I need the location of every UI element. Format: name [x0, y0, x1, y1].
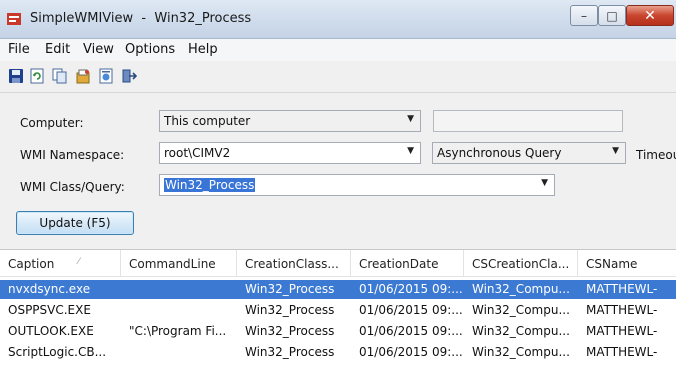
- refresh-icon[interactable]: [29, 68, 45, 84]
- cell-caption: nvxdsync.exe: [8, 282, 91, 296]
- update-button[interactable]: Update (F5): [16, 211, 134, 235]
- cell-csname: MATTHEWL-: [586, 282, 658, 296]
- cell-cscreationclass: Win32_Compu...: [472, 324, 570, 338]
- cell-creationdate: 01/06/2015 09:...: [359, 282, 463, 296]
- cell-creationclass: Win32_Process: [245, 282, 335, 296]
- column-header-caption[interactable]: Caption ⁄: [0, 250, 121, 276]
- maximize-icon: □: [606, 8, 618, 23]
- close-icon: ✕: [644, 7, 656, 24]
- chevron-down-icon: ▼: [541, 178, 548, 188]
- namespace-select[interactable]: root\CIMV2 ▼: [159, 142, 421, 164]
- cell-commandline: "C:\Program Fi...: [129, 324, 227, 338]
- minimize-button[interactable]: –: [570, 5, 598, 26]
- list-header: Caption ⁄ CommandLine CreationClass... C…: [0, 250, 676, 277]
- copy-icon[interactable]: [52, 68, 68, 84]
- title-bar[interactable]: SimpleWMIView - Win32_Process – □ ✕: [0, 0, 676, 39]
- sort-ascending-icon: ⁄: [78, 257, 80, 267]
- class-query-input[interactable]: Win32_Process ▼: [159, 174, 555, 196]
- exit-icon[interactable]: [121, 68, 137, 84]
- table-row[interactable]: nvxdsync.exe Win32_Process 01/06/2015 09…: [0, 280, 676, 299]
- table-row[interactable]: OSPPSVC.EXE Win32_Process 01/06/2015 09:…: [0, 301, 676, 320]
- close-button[interactable]: ✕: [626, 5, 674, 26]
- save-icon[interactable]: [8, 68, 24, 84]
- menu-view[interactable]: View: [83, 42, 114, 57]
- results-list[interactable]: Caption ⁄ CommandLine CreationClass... C…: [0, 249, 676, 372]
- column-header-commandline[interactable]: CommandLine: [121, 250, 237, 276]
- main-window: SimpleWMIView - Win32_Process – □ ✕ File…: [0, 0, 676, 372]
- computer-select[interactable]: This computer ▼: [159, 110, 421, 132]
- remote-computer-field: [433, 110, 623, 132]
- html-report-icon[interactable]: [98, 68, 114, 84]
- cell-creationdate: 01/06/2015 09:...: [359, 303, 463, 317]
- cell-caption: OUTLOOK.EXE: [8, 324, 94, 338]
- column-header-creationdate[interactable]: CreationDate: [351, 250, 464, 276]
- computer-label: Computer:: [20, 116, 84, 130]
- class-label: WMI Class/Query:: [20, 180, 125, 194]
- menu-help[interactable]: Help: [188, 42, 218, 57]
- app-icon: [7, 13, 21, 25]
- table-row[interactable]: ScriptLogic.CB... Win32_Process 01/06/20…: [0, 343, 676, 362]
- class-query-value: Win32_Process: [164, 178, 256, 192]
- chevron-down-icon: ▼: [612, 146, 619, 156]
- query-mode-select[interactable]: Asynchronous Query ▼: [432, 142, 626, 164]
- timeout-label: Timeout: [636, 148, 676, 162]
- column-header-cscreationclass[interactable]: CSCreationCla...: [464, 250, 578, 276]
- maximize-button[interactable]: □: [598, 5, 626, 26]
- menu-edit[interactable]: Edit: [45, 42, 70, 57]
- cell-creationclass: Win32_Process: [245, 324, 335, 338]
- namespace-label: WMI Namespace:: [20, 148, 125, 162]
- namespace-value: root\CIMV2: [164, 146, 231, 160]
- column-header-creationclass[interactable]: CreationClass...: [237, 250, 351, 276]
- table-row[interactable]: OUTLOOK.EXE "C:\Program Fi... Win32_Proc…: [0, 322, 676, 341]
- menu-bar: File Edit View Options Help: [0, 39, 676, 61]
- cell-csname: MATTHEWL-: [586, 324, 658, 338]
- cell-creationclass: Win32_Process: [245, 303, 335, 317]
- window-title: SimpleWMIView - Win32_Process: [30, 11, 252, 26]
- toolbar: [0, 62, 676, 93]
- properties-icon[interactable]: [75, 68, 91, 84]
- chevron-down-icon: ▼: [407, 146, 414, 156]
- menu-options[interactable]: Options: [125, 42, 175, 57]
- cell-caption: ScriptLogic.CB...: [8, 345, 107, 359]
- menu-file[interactable]: File: [8, 42, 30, 57]
- cell-cscreationclass: Win32_Compu...: [472, 303, 570, 317]
- chevron-down-icon: ▼: [407, 114, 414, 124]
- computer-value: This computer: [164, 114, 251, 128]
- column-header-csname[interactable]: CSName: [578, 250, 676, 276]
- cell-caption: OSPPSVC.EXE: [8, 303, 91, 317]
- cell-cscreationclass: Win32_Compu...: [472, 345, 570, 359]
- cell-creationclass: Win32_Process: [245, 345, 335, 359]
- query-mode-value: Asynchronous Query: [437, 146, 562, 160]
- cell-cscreationclass: Win32_Compu...: [472, 282, 570, 296]
- cell-csname: MATTHEWL-: [586, 345, 658, 359]
- cell-creationdate: 01/06/2015 09:...: [359, 345, 463, 359]
- cell-creationdate: 01/06/2015 09:...: [359, 324, 463, 338]
- minimize-icon: –: [581, 8, 587, 23]
- cell-csname: MATTHEWL-: [586, 303, 658, 317]
